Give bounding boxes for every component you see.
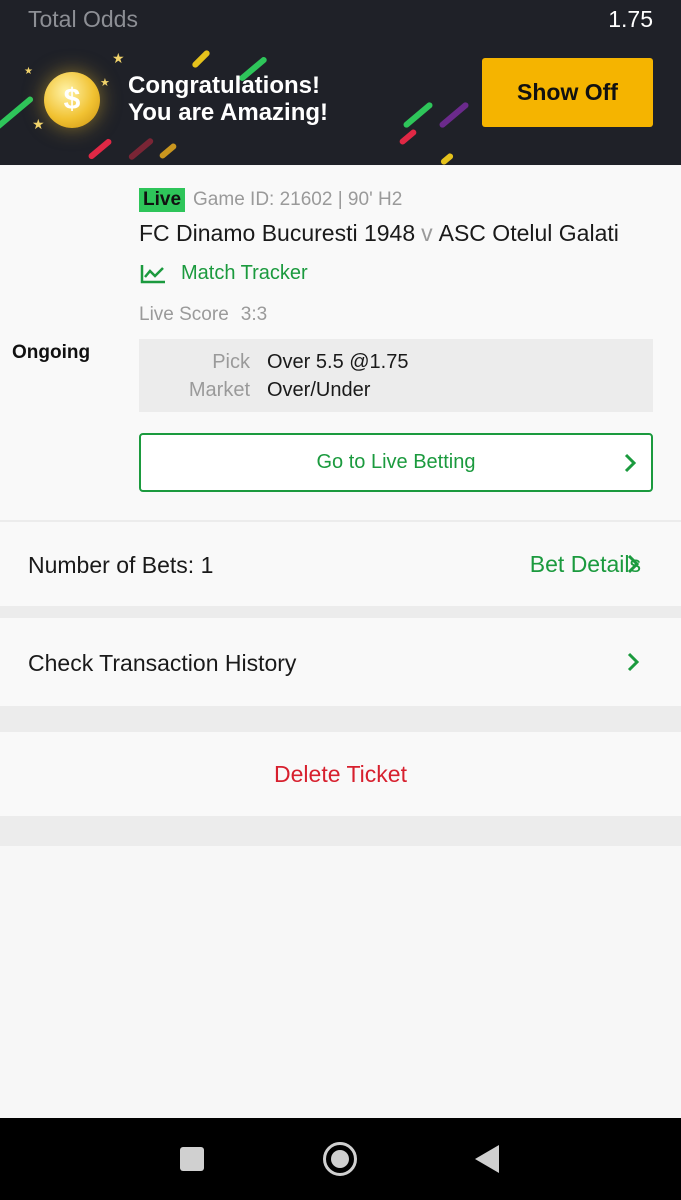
star-icon: ★: [24, 66, 33, 77]
confetti-streak: [439, 152, 455, 165]
system-navigation-bar: [0, 1118, 681, 1200]
star-icon: ★: [32, 116, 45, 132]
pick-value: Over 5.5 @1.75: [267, 351, 409, 373]
bets-summary-row: Number of Bets: 1 Bet Details: [0, 522, 681, 606]
confetti-streak: [438, 101, 470, 129]
live-score: Live Score 3:3: [139, 304, 267, 326]
transaction-history-row[interactable]: Check Transaction History: [0, 618, 681, 706]
confetti-streak: [158, 142, 178, 160]
section-gap: [0, 816, 681, 846]
bet-details-link[interactable]: Bet Details: [530, 551, 641, 578]
star-icon: ★: [100, 77, 110, 89]
market-label: Market: [188, 379, 250, 401]
ticket-card: Ongoing Live Game ID: 21602 | 90' H2 FC …: [0, 166, 681, 520]
confetti-streak: [87, 137, 113, 161]
star-icon: ★: [112, 50, 125, 66]
pick-details: Pick Over 5.5 @1.75 Market Over/Under: [139, 339, 653, 412]
delete-ticket-button[interactable]: Delete Ticket: [0, 761, 681, 788]
gold-coin-icon: $: [44, 72, 100, 128]
pick-label: Pick: [212, 351, 250, 373]
chevron-right-icon: [627, 554, 640, 574]
congrats-line-2: You are Amazing!: [128, 99, 329, 126]
confetti-streak: [398, 128, 418, 146]
chart-line-icon: [140, 264, 165, 283]
pick-row: Pick Over 5.5 @1.75: [139, 351, 653, 374]
away-team: ASC Otelul Galati: [438, 220, 619, 246]
versus-label: v: [421, 220, 433, 246]
game-id-text: Game ID: 21602 | 90' H2: [193, 189, 403, 210]
market-value: Over/Under: [267, 379, 371, 401]
game-meta: Live Game ID: 21602 | 90' H2: [139, 188, 402, 212]
celebration-banner: Total Odds 1.75 $ ★ ★ ★ ★ Congratulation…: [0, 0, 681, 165]
chevron-right-icon: [627, 652, 640, 672]
total-odds-label: Total Odds: [28, 5, 138, 32]
total-odds-value: 1.75: [608, 5, 653, 32]
total-odds-row: Total Odds 1.75: [28, 4, 653, 34]
ticket-status: Ongoing: [12, 342, 91, 363]
back-triangle-icon[interactable]: [473, 1144, 501, 1174]
match-tracker-link[interactable]: Match Tracker: [139, 262, 308, 285]
confetti-streak: [402, 101, 434, 129]
confetti-streak: [191, 49, 211, 69]
market-row: Market Over/Under: [139, 379, 653, 402]
confetti-streak: [127, 137, 155, 161]
match-tracker-label: Match Tracker: [181, 262, 308, 284]
live-score-value: 3:3: [240, 304, 268, 325]
match-teams: FC Dinamo Bucuresti 1948 v ASC Otelul Gala…: [139, 220, 619, 247]
congrats-line-1: Congratulations!: [128, 72, 320, 99]
section-gap: [0, 706, 681, 732]
home-team: FC Dinamo Bucuresti 1948: [139, 220, 416, 246]
show-off-button[interactable]: Show Off: [482, 58, 653, 127]
home-circle-icon[interactable]: [322, 1141, 358, 1177]
section-gap: [0, 606, 681, 618]
congratulations-text: Congratulations! You are Amazing!: [128, 72, 328, 126]
recents-square-icon[interactable]: [179, 1146, 205, 1172]
live-badge: Live: [139, 188, 186, 212]
confetti-streak: [0, 95, 35, 131]
chevron-right-icon: [624, 453, 637, 473]
transaction-history-label: Check Transaction History: [28, 650, 297, 676]
go-to-live-betting-button[interactable]: Go to Live Betting: [139, 433, 653, 492]
number-of-bets: Number of Bets: 1: [28, 552, 214, 578]
live-score-label: Live Score: [139, 304, 229, 325]
delete-ticket-row: Delete Ticket: [0, 732, 681, 816]
live-betting-label: Go to Live Betting: [316, 451, 476, 473]
